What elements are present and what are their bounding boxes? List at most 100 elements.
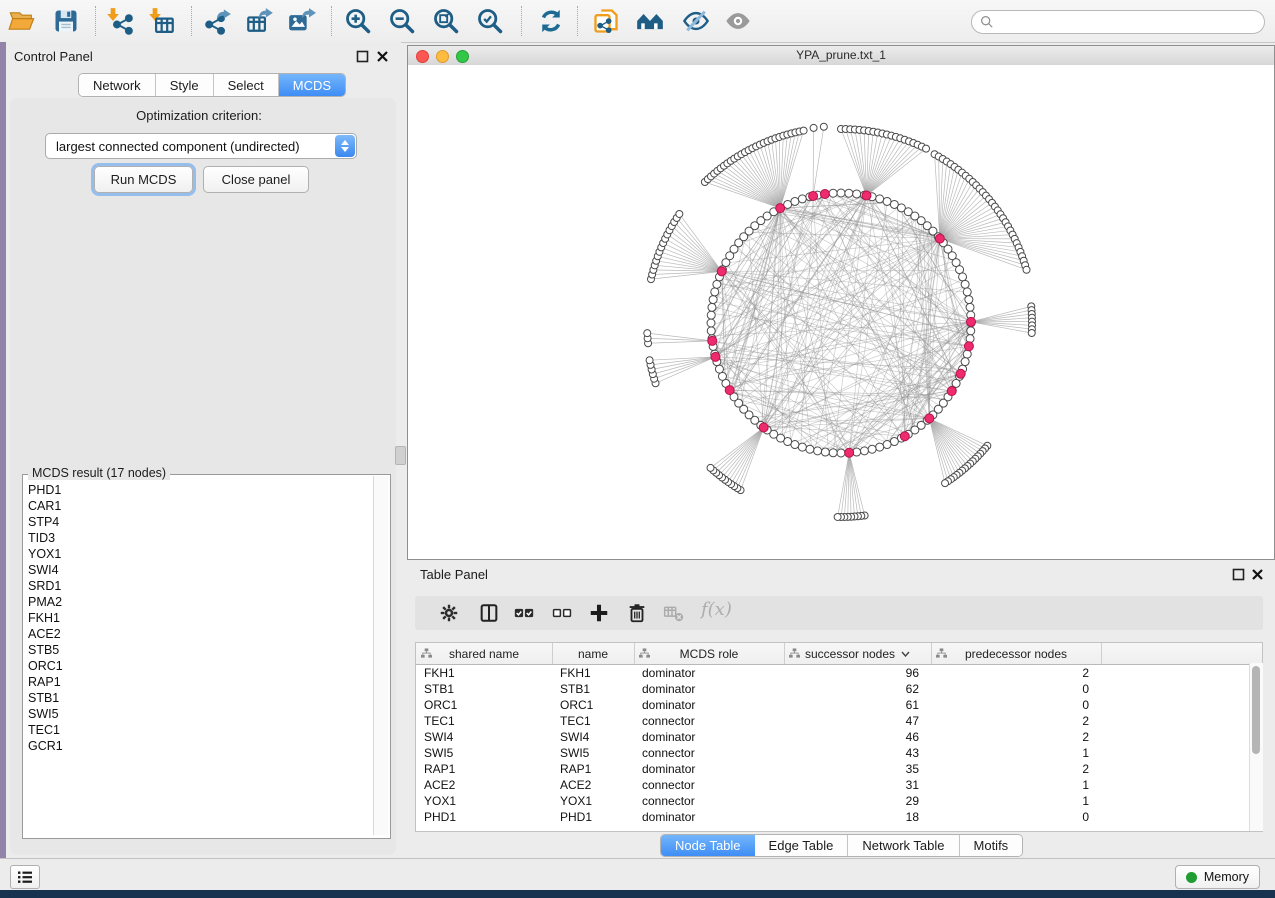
show-all-icon[interactable]: [724, 7, 754, 35]
table-row[interactable]: FKH1FKH1dominator962: [416, 665, 1262, 681]
graph-mcds-node[interactable]: [947, 387, 956, 396]
graph-node[interactable]: [711, 288, 719, 296]
graph-mcds-node[interactable]: [966, 317, 975, 326]
graph-leaf-node[interactable]: [1023, 266, 1030, 273]
refresh-layout-icon[interactable]: [537, 7, 567, 35]
import-network-icon[interactable]: [106, 7, 136, 35]
close-panel-button[interactable]: Close panel: [203, 166, 309, 193]
graph-node[interactable]: [837, 189, 845, 197]
mcds-result-item[interactable]: STB1: [23, 690, 371, 706]
graph-leaf-node[interactable]: [707, 464, 714, 471]
graph-node[interactable]: [967, 327, 975, 335]
graph-mcds-node[interactable]: [759, 423, 768, 432]
table-row[interactable]: ACE2ACE2connector311: [416, 777, 1262, 793]
graph-leaf-node[interactable]: [646, 357, 653, 364]
graph-node[interactable]: [959, 273, 967, 281]
graph-node[interactable]: [965, 296, 973, 304]
create-column-icon[interactable]: [588, 602, 612, 624]
graph-mcds-node[interactable]: [862, 191, 871, 200]
graph-node[interactable]: [966, 303, 974, 311]
tab-mcds[interactable]: MCDS: [279, 74, 345, 96]
mcds-result-item[interactable]: TEC1: [23, 722, 371, 738]
graph-leaf-node[interactable]: [800, 127, 807, 134]
zoom-in-icon[interactable]: [344, 7, 374, 35]
export-table-icon[interactable]: [246, 7, 276, 35]
task-history-button[interactable]: [10, 865, 40, 889]
graph-node[interactable]: [868, 445, 876, 453]
export-image-icon[interactable]: [288, 7, 318, 35]
zoom-out-icon[interactable]: [388, 7, 418, 35]
table-row[interactable]: YOX1YOX1connector291: [416, 793, 1262, 809]
mcds-result-item[interactable]: RAP1: [23, 674, 371, 690]
mcds-result-item[interactable]: TID3: [23, 530, 371, 546]
table-row[interactable]: ORC1ORC1dominator610: [416, 697, 1262, 713]
table-tab-network-table[interactable]: Network Table: [848, 835, 959, 856]
graph-leaf-node[interactable]: [644, 330, 651, 337]
graph-node[interactable]: [707, 327, 715, 335]
tab-style[interactable]: Style: [156, 74, 214, 96]
table-tab-motifs[interactable]: Motifs: [960, 835, 1023, 856]
table-tab-edge-table[interactable]: Edge Table: [755, 835, 849, 856]
graph-leaf-node[interactable]: [820, 123, 827, 130]
graph-mcds-node[interactable]: [820, 189, 829, 198]
graph-node[interactable]: [798, 443, 806, 451]
select-all-columns-icon[interactable]: [513, 602, 537, 624]
graph-node[interactable]: [853, 190, 861, 198]
graph-node[interactable]: [708, 303, 716, 311]
graph-node[interactable]: [713, 280, 721, 288]
graph-node[interactable]: [876, 195, 884, 203]
column-header-shared-name[interactable]: shared name: [416, 643, 553, 664]
mcds-result-item[interactable]: PHD1: [23, 482, 371, 498]
graph-leaf-node[interactable]: [834, 513, 841, 520]
show-columns-icon[interactable]: [478, 602, 502, 624]
graph-node[interactable]: [707, 319, 715, 327]
graph-node[interactable]: [798, 195, 806, 203]
table-tab-node-table[interactable]: Node Table: [661, 835, 755, 856]
graph-node[interactable]: [829, 449, 837, 457]
graph-node[interactable]: [961, 358, 969, 366]
mcds-result-item[interactable]: STP4: [23, 514, 371, 530]
graph-mcds-node[interactable]: [717, 267, 726, 276]
mcds-result-item[interactable]: ORC1: [23, 658, 371, 674]
tab-network[interactable]: Network: [79, 74, 156, 96]
mcds-result-item[interactable]: SWI5: [23, 706, 371, 722]
graph-leaf-node[interactable]: [810, 124, 817, 131]
delete-column-icon[interactable]: [626, 602, 650, 624]
export-network-icon[interactable]: [204, 7, 234, 35]
graph-node[interactable]: [837, 449, 845, 457]
graph-mcds-node[interactable]: [708, 336, 717, 345]
column-header-successor-nodes[interactable]: successor nodes: [784, 643, 932, 664]
import-table-icon[interactable]: [148, 7, 178, 35]
save-session-icon[interactable]: [52, 7, 82, 35]
graph-node[interactable]: [821, 448, 829, 456]
column-header-name[interactable]: name: [552, 643, 635, 664]
mcds-result-item[interactable]: STB5: [23, 642, 371, 658]
graph-node[interactable]: [829, 189, 837, 197]
criterion-dropdown[interactable]: largest connected component (undirected): [45, 133, 357, 159]
mcds-result-item[interactable]: CAR1: [23, 498, 371, 514]
table-scrollbar[interactable]: [1249, 663, 1263, 831]
mcds-result-item[interactable]: PMA2: [23, 594, 371, 610]
table-row[interactable]: SWI4SWI4dominator462: [416, 729, 1262, 745]
hide-selected-icon[interactable]: [682, 7, 712, 35]
graph-mcds-node[interactable]: [935, 234, 944, 243]
close-icon[interactable]: [376, 50, 389, 63]
column-header-MCDS-role[interactable]: MCDS role: [634, 643, 785, 664]
graph-mcds-node[interactable]: [711, 352, 720, 361]
deselect-all-columns-icon[interactable]: [551, 602, 575, 624]
graph-mcds-node[interactable]: [964, 342, 973, 351]
graph-node[interactable]: [715, 365, 723, 373]
graph-leaf-node[interactable]: [942, 480, 949, 487]
graph-mcds-node[interactable]: [925, 414, 934, 423]
graph-node[interactable]: [860, 447, 868, 455]
graph-mcds-node[interactable]: [956, 369, 965, 378]
network-graph[interactable]: [408, 65, 1274, 559]
graph-leaf-node[interactable]: [923, 145, 930, 152]
mcds-result-item[interactable]: YOX1: [23, 546, 371, 562]
column-header-predecessor-nodes[interactable]: predecessor nodes: [931, 643, 1102, 664]
table-row[interactable]: TEC1TEC1connector472: [416, 713, 1262, 729]
zoom-selected-icon[interactable]: [476, 7, 506, 35]
graph-node[interactable]: [883, 441, 891, 449]
graph-mcds-node[interactable]: [809, 192, 818, 201]
mcds-list-scrollbar[interactable]: [373, 476, 388, 835]
